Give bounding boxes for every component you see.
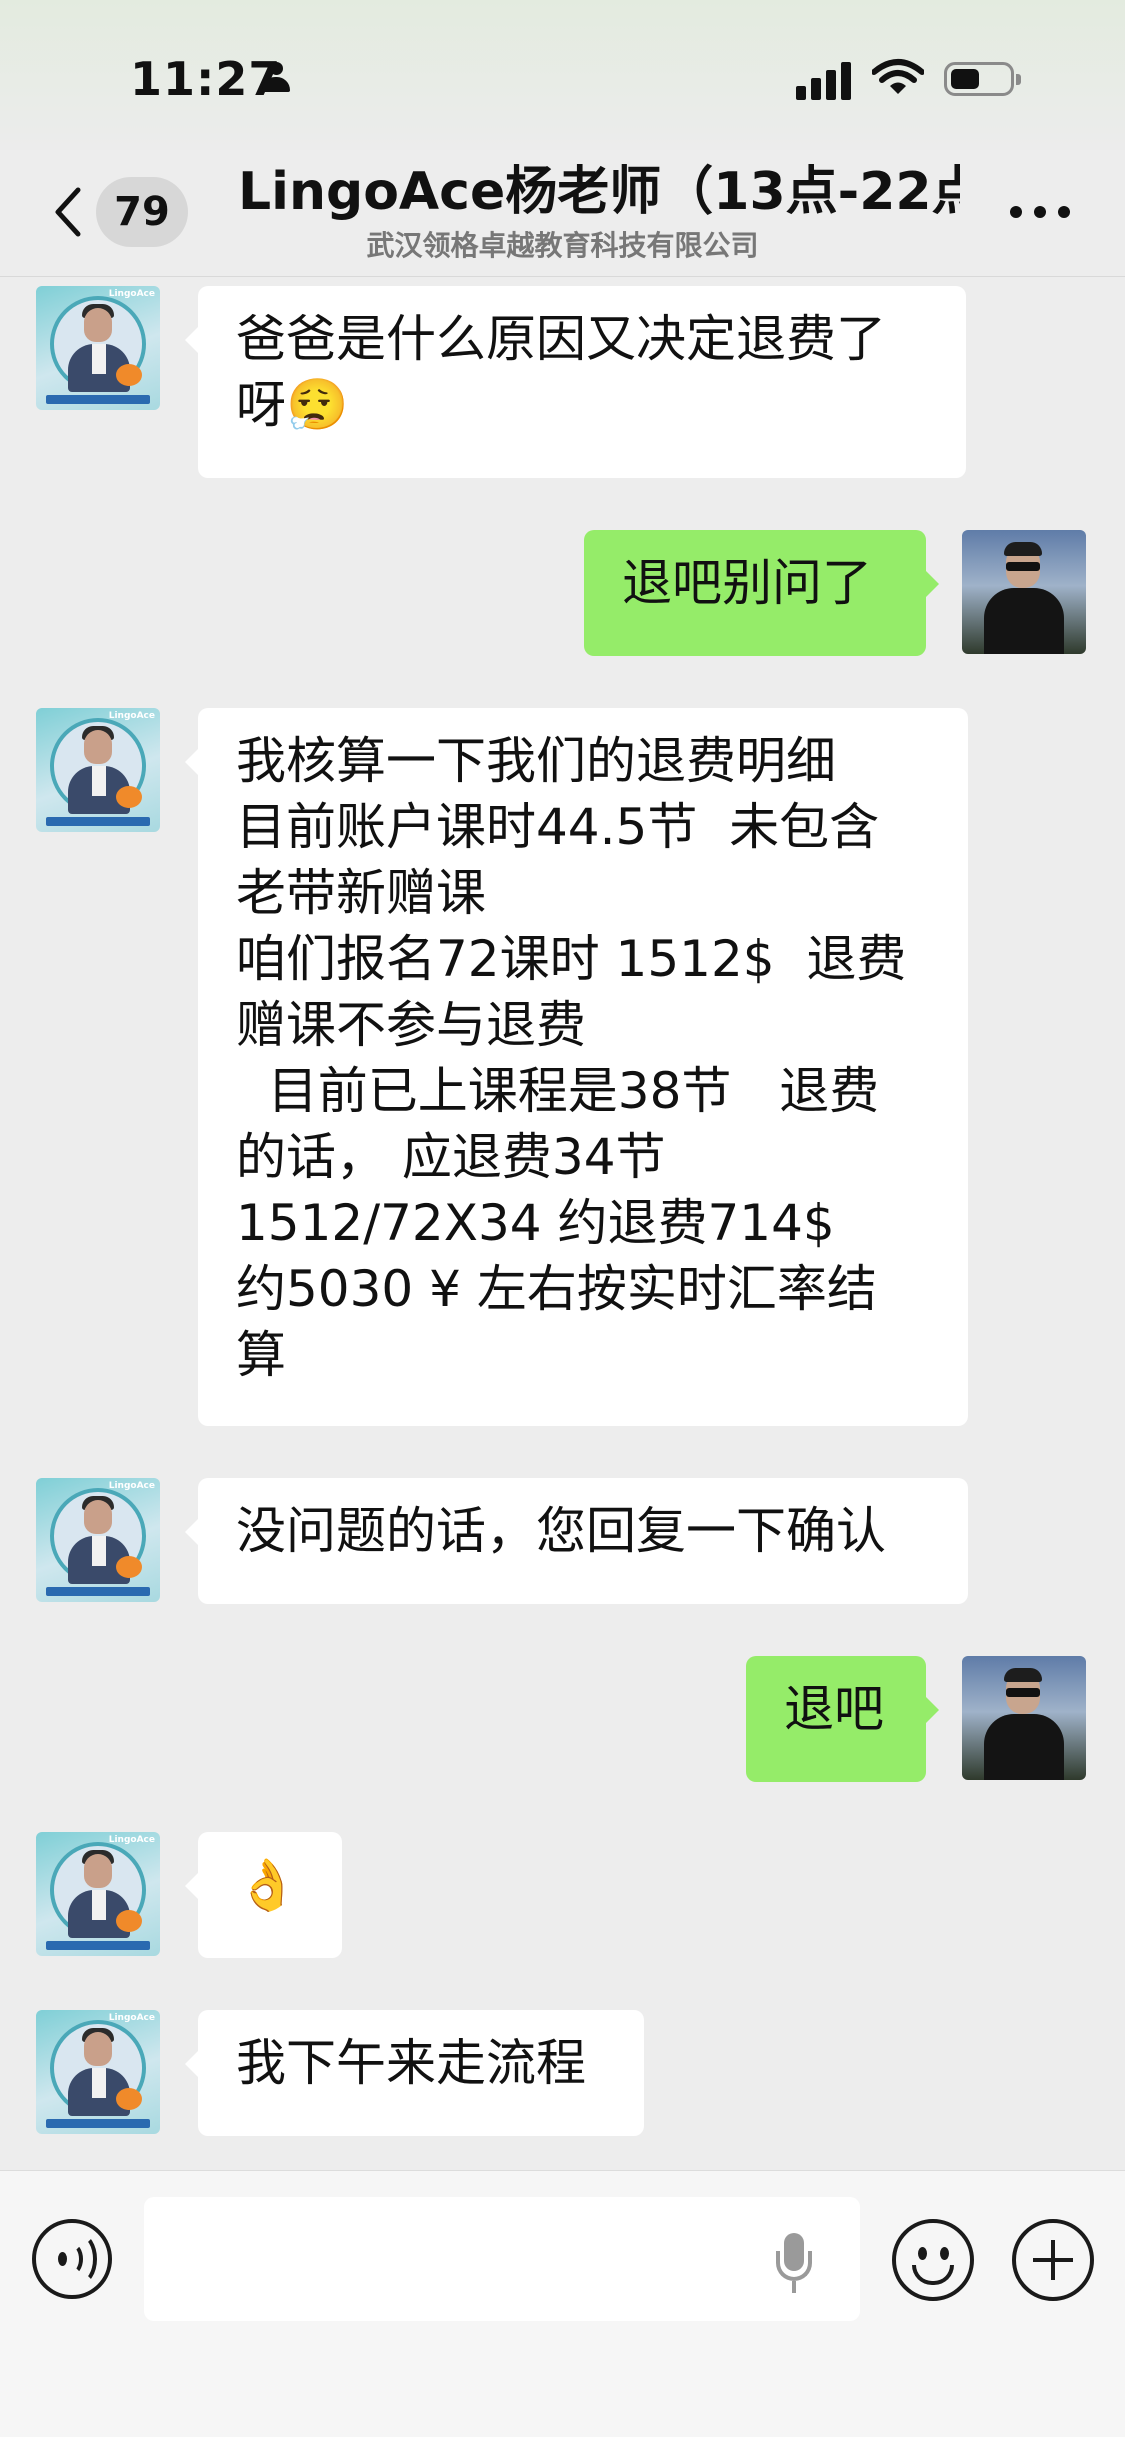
avatar-brand-label: LingoAce [108, 1835, 155, 1845]
message-bubble-sent[interactable]: 退吧 [746, 1656, 939, 1782]
battery-icon [944, 62, 1021, 96]
chat-title: LingoAce杨老师（13点-22点 [238, 162, 960, 222]
user-avatar[interactable] [962, 1656, 1086, 1780]
more-options-icon[interactable] [1010, 206, 1070, 220]
chat-header: 79 LingoAce杨老师（13点-22点 武汉领格卓越教育科技有限公司 [0, 150, 1125, 277]
teacher-avatar[interactable]: LingoAce [36, 1478, 160, 1602]
message-bubble-received[interactable]: 没问题的话，您回复一下确认 [185, 1478, 968, 1604]
chat-subtitle: 武汉领格卓越教育科技有限公司 [366, 229, 759, 262]
message-bubble-sent[interactable]: 退吧别问了 [584, 530, 939, 656]
cellular-signal-icon [796, 60, 856, 100]
voice-mode-icon[interactable] [32, 2219, 112, 2299]
avatar-brand-label: LingoAce [108, 1481, 155, 1491]
person-icon [262, 62, 290, 92]
avatar-brand-label: LingoAce [108, 2013, 155, 2023]
avatar-brand-label: LingoAce [108, 289, 155, 299]
message-input[interactable] [144, 2197, 860, 2321]
message-bubble-received[interactable]: 我核算一下我们的退费明细 目前账户课时44.5节 未包含 老带新赠课 咱们报名7… [185, 708, 968, 1426]
teacher-avatar[interactable]: LingoAce [36, 2010, 160, 2134]
user-avatar[interactable] [962, 530, 1086, 654]
teacher-avatar[interactable]: LingoAce [36, 286, 160, 410]
input-bar [0, 2170, 1125, 2437]
microphone-icon[interactable] [770, 2233, 820, 2297]
message-bubble-received[interactable]: 爸爸是什么原因又决定退费了 呀😮‍💨 [185, 286, 966, 478]
status-time: 11:27 [130, 52, 282, 106]
wifi-icon [872, 59, 924, 94]
status-bar: 11:27 [0, 0, 1125, 150]
teacher-avatar[interactable]: LingoAce [36, 708, 160, 832]
message-bubble-received[interactable]: 👌 [185, 1832, 342, 1958]
add-attachment-icon[interactable] [1012, 2219, 1094, 2301]
emoji-icon[interactable] [892, 2219, 974, 2301]
avatar-brand-label: LingoAce [108, 711, 155, 721]
teacher-avatar[interactable]: LingoAce [36, 1832, 160, 1956]
message-bubble-received[interactable]: 我下午来走流程 [185, 2010, 644, 2136]
